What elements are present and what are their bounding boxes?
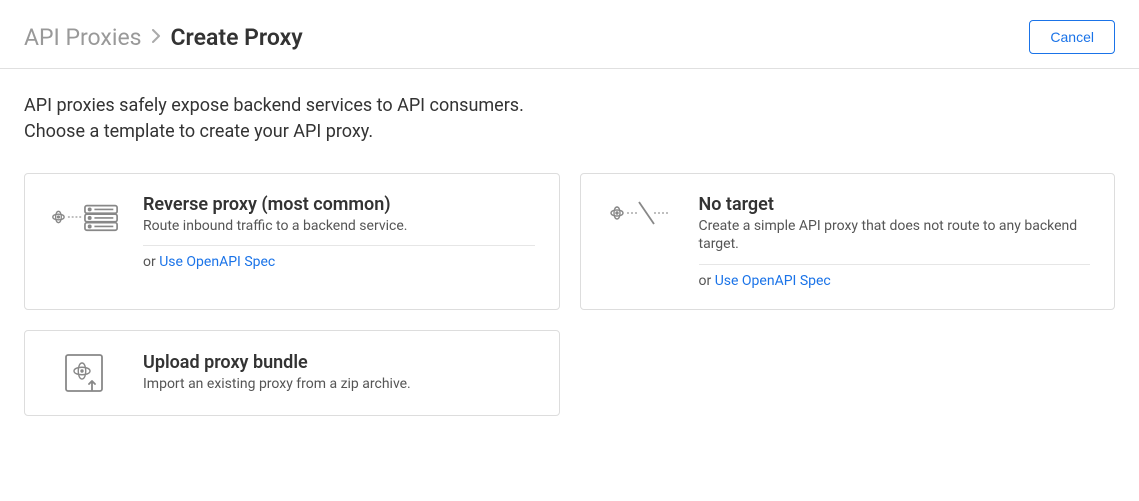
breadcrumb-parent[interactable]: API Proxies xyxy=(24,24,142,51)
page-header: API Proxies Create Proxy Cancel xyxy=(0,0,1139,69)
card-title: No target xyxy=(699,194,1091,215)
page-content: API proxies safely expose backend servic… xyxy=(0,69,1139,440)
card-body: No target Create a simple API proxy that… xyxy=(699,194,1091,288)
card-desc: Create a simple API proxy that does not … xyxy=(699,217,1091,253)
card-title: Reverse proxy (most common) xyxy=(143,194,535,215)
cancel-button[interactable]: Cancel xyxy=(1029,20,1115,54)
no-target-icon xyxy=(605,194,675,228)
card-no-target[interactable]: No target Create a simple API proxy that… xyxy=(580,173,1116,309)
or-label: or xyxy=(143,254,156,270)
card-footer: or Use OpenAPI Spec xyxy=(143,254,535,270)
card-footer: or Use OpenAPI Spec xyxy=(699,273,1091,289)
intro-line2: Choose a template to create your API pro… xyxy=(24,119,1115,145)
breadcrumb: API Proxies Create Proxy xyxy=(24,24,303,51)
chevron-right-icon xyxy=(152,27,161,48)
card-body: Reverse proxy (most common) Route inboun… xyxy=(143,194,535,270)
card-desc: Import an existing proxy from a zip arch… xyxy=(143,375,535,393)
intro-line1: API proxies safely expose backend servic… xyxy=(24,93,1115,119)
use-openapi-link[interactable]: Use OpenAPI Spec xyxy=(715,273,831,289)
use-openapi-link[interactable]: Use OpenAPI Spec xyxy=(159,254,275,270)
divider xyxy=(143,245,535,246)
intro-text: API proxies safely expose backend servic… xyxy=(24,93,1115,145)
or-label: or xyxy=(699,273,712,289)
card-title: Upload proxy bundle xyxy=(143,352,535,373)
card-upload-bundle[interactable]: Upload proxy bundle Import an existing p… xyxy=(24,330,560,416)
template-cards: Reverse proxy (most common) Route inboun… xyxy=(24,173,1115,415)
card-reverse-proxy[interactable]: Reverse proxy (most common) Route inboun… xyxy=(24,173,560,309)
card-desc: Route inbound traffic to a backend servi… xyxy=(143,217,535,235)
reverse-proxy-icon xyxy=(49,194,119,236)
card-body: Upload proxy bundle Import an existing p… xyxy=(143,352,535,393)
upload-bundle-icon xyxy=(49,351,119,395)
divider xyxy=(699,264,1091,265)
page-title: Create Proxy xyxy=(171,24,303,51)
